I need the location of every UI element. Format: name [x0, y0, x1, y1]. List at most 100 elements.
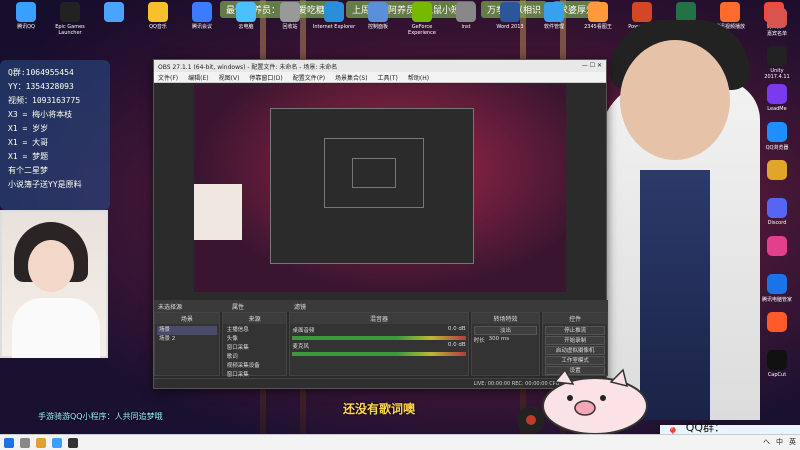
tray-item[interactable]: 中 — [776, 437, 783, 447]
app-icon — [412, 2, 432, 22]
volume-meter[interactable] — [292, 336, 466, 340]
menu-item[interactable]: 停靠窗口(D) — [249, 73, 282, 82]
channel-name: 麦克风 — [292, 344, 309, 350]
search-icon[interactable] — [20, 437, 30, 448]
shortcut-label: 控制面板 — [367, 24, 388, 30]
desktop-shortcut[interactable]: QQ浏览器 — [762, 122, 792, 151]
app-icon — [767, 312, 787, 332]
shortcut-label: LeadMe — [767, 106, 787, 112]
shortcut-label: 云电脑 — [238, 24, 254, 30]
shortcut-label: CapCut — [767, 372, 787, 378]
channel-level: 0.0 dB — [447, 326, 466, 332]
menu-item[interactable]: 帮助(H) — [408, 73, 429, 82]
obs-window[interactable]: OBS 27.1.1 (64-bit, windows) - 配置文件: 未命名… — [153, 59, 609, 389]
shortcut-label: Epic Games Launcher — [55, 24, 85, 36]
scene-item[interactable]: 场景 2 — [157, 335, 217, 344]
shortcut-label: Unity 2017.4.11 — [764, 68, 790, 80]
pig-sticker-icon — [517, 368, 648, 435]
duration-input[interactable]: 300 ms — [489, 336, 509, 344]
window-controls[interactable]: — ☐ ✕ — [582, 62, 602, 70]
desktop-shortcut[interactable]: 云电脑 — [224, 2, 268, 30]
desktop-shortcut[interactable] — [762, 160, 792, 182]
desktop-shortcut[interactable]: inst — [444, 2, 488, 30]
menu-item[interactable]: 工具(T) — [378, 73, 398, 82]
app-icon — [192, 2, 212, 22]
stop-streaming-button[interactable]: 停止推流 — [545, 326, 606, 335]
desktop-shortcut[interactable]: Discord — [762, 198, 792, 226]
desktop-shortcut[interactable]: 2345看图王 — [576, 2, 620, 30]
desktop-shortcut[interactable]: 腾讯会议 — [180, 2, 224, 30]
desktop-shortcut[interactable] — [92, 2, 136, 24]
desktop-shortcut[interactable]: 腾讯QQ — [4, 2, 48, 30]
performer-head — [620, 40, 730, 160]
info-line: YY：1354328093 — [8, 82, 74, 91]
menu-item[interactable]: 文件(F) — [158, 73, 178, 82]
app-icon — [544, 2, 564, 22]
source-item[interactable]: 头像 — [225, 335, 285, 344]
obs-menubar: 文件(F) 编辑(E) 视图(V) 停靠窗口(D) 配置文件(P) 场景集合(S… — [154, 72, 606, 83]
virtual-camera-button[interactable]: 启动虚拟摄像机 — [545, 346, 606, 355]
menu-item[interactable]: 场景集合(S) — [335, 73, 368, 82]
shortcut-label: inst — [461, 24, 471, 30]
song-caption: 手游骑游QQ小程序：人共同追梦哦 — [38, 412, 163, 421]
webcam-body — [12, 298, 100, 358]
tray-item[interactable]: へ — [763, 437, 770, 447]
tray-item[interactable]: 英 — [789, 437, 796, 447]
shortcut-label: 腾讯电脑管家 — [762, 297, 793, 303]
menu-item[interactable]: 视图(V) — [219, 73, 240, 82]
obs-icon[interactable] — [68, 437, 78, 448]
menu-item[interactable]: 编辑(E) — [188, 73, 208, 82]
filters-button[interactable]: 滤镜 — [294, 302, 306, 311]
shortcut-label: GeForce Experience — [408, 24, 436, 36]
source-item[interactable]: 视频采集设备 — [225, 362, 285, 371]
properties-button[interactable]: 属性 — [232, 302, 244, 311]
info-line: 有个二星梦 — [8, 166, 48, 175]
app-icon — [767, 274, 787, 294]
desktop-shortcut[interactable]: Internet Explorer — [312, 2, 356, 30]
volume-meter[interactable] — [292, 352, 466, 356]
no-source-label: 未选择源 — [158, 304, 183, 311]
qq-icon[interactable] — [52, 437, 62, 448]
desktop-shortcut[interactable] — [762, 312, 792, 334]
app-icon — [767, 122, 787, 142]
desktop-shortcut[interactable]: Word 2013 — [488, 2, 532, 30]
dock-header: 转场特效 — [471, 313, 540, 324]
shortcut-label: Word 2013 — [496, 24, 524, 30]
desktop-shortcut[interactable]: CapCut — [762, 350, 792, 378]
scenes-dock: 场景 场景 场景 2 — [154, 312, 220, 376]
menu-item[interactable]: 配置文件(P) — [293, 73, 325, 82]
channel-name: 桌面音频 — [292, 328, 315, 334]
desktop-shortcut[interactable]: Unity 2017.4.11 — [762, 46, 792, 80]
desktop-shortcut[interactable]: QQ音乐 — [136, 2, 180, 30]
source-item[interactable]: 歌词 — [225, 353, 285, 362]
desktop-shortcut[interactable]: Epic Games Launcher — [48, 2, 92, 36]
app-icon — [368, 2, 388, 22]
shortcut-label: 软件管理 — [543, 24, 564, 30]
source-item[interactable]: 主播信息 — [225, 326, 285, 335]
obs-preview[interactable] — [194, 84, 566, 292]
obs-titlebar[interactable]: OBS 27.1.1 (64-bit, windows) - 配置文件: 未命名… — [154, 60, 606, 72]
shortcut-label: 腾讯会议 — [191, 24, 212, 30]
desktop-shortcut[interactable]: 回收站 — [268, 2, 312, 30]
info-line: Q群:1064955454 — [8, 68, 74, 77]
system-tray: へ 中 英 — [763, 437, 796, 447]
app-icon — [236, 2, 256, 22]
folder-icon[interactable] — [36, 437, 46, 448]
desktop-shortcut[interactable]: LeadMe — [762, 84, 792, 112]
desktop-shortcut[interactable]: 腾讯电脑管家 — [762, 274, 792, 303]
desktop-shortcut[interactable]: 软件管理 — [532, 2, 576, 30]
scene-item[interactable]: 场景 — [157, 326, 217, 335]
transition-select[interactable]: 淡出 — [473, 326, 538, 335]
app-icon — [324, 2, 344, 22]
desktop-shortcut[interactable]: 控制面板 — [356, 2, 400, 30]
app-icon — [767, 84, 787, 104]
app-icon — [148, 2, 168, 22]
start-icon[interactable] — [4, 437, 14, 448]
app-icon — [632, 2, 652, 22]
source-item[interactable]: 窗口采集 — [225, 344, 285, 353]
start-recording-button[interactable]: 开始录制 — [545, 336, 606, 345]
desktop-shortcut[interactable]: 嘉宾名单 — [762, 8, 792, 37]
desktop-shortcut[interactable] — [762, 236, 792, 258]
nested-obs-preview — [352, 158, 396, 188]
desktop-shortcut[interactable]: GeForce Experience — [400, 2, 444, 36]
